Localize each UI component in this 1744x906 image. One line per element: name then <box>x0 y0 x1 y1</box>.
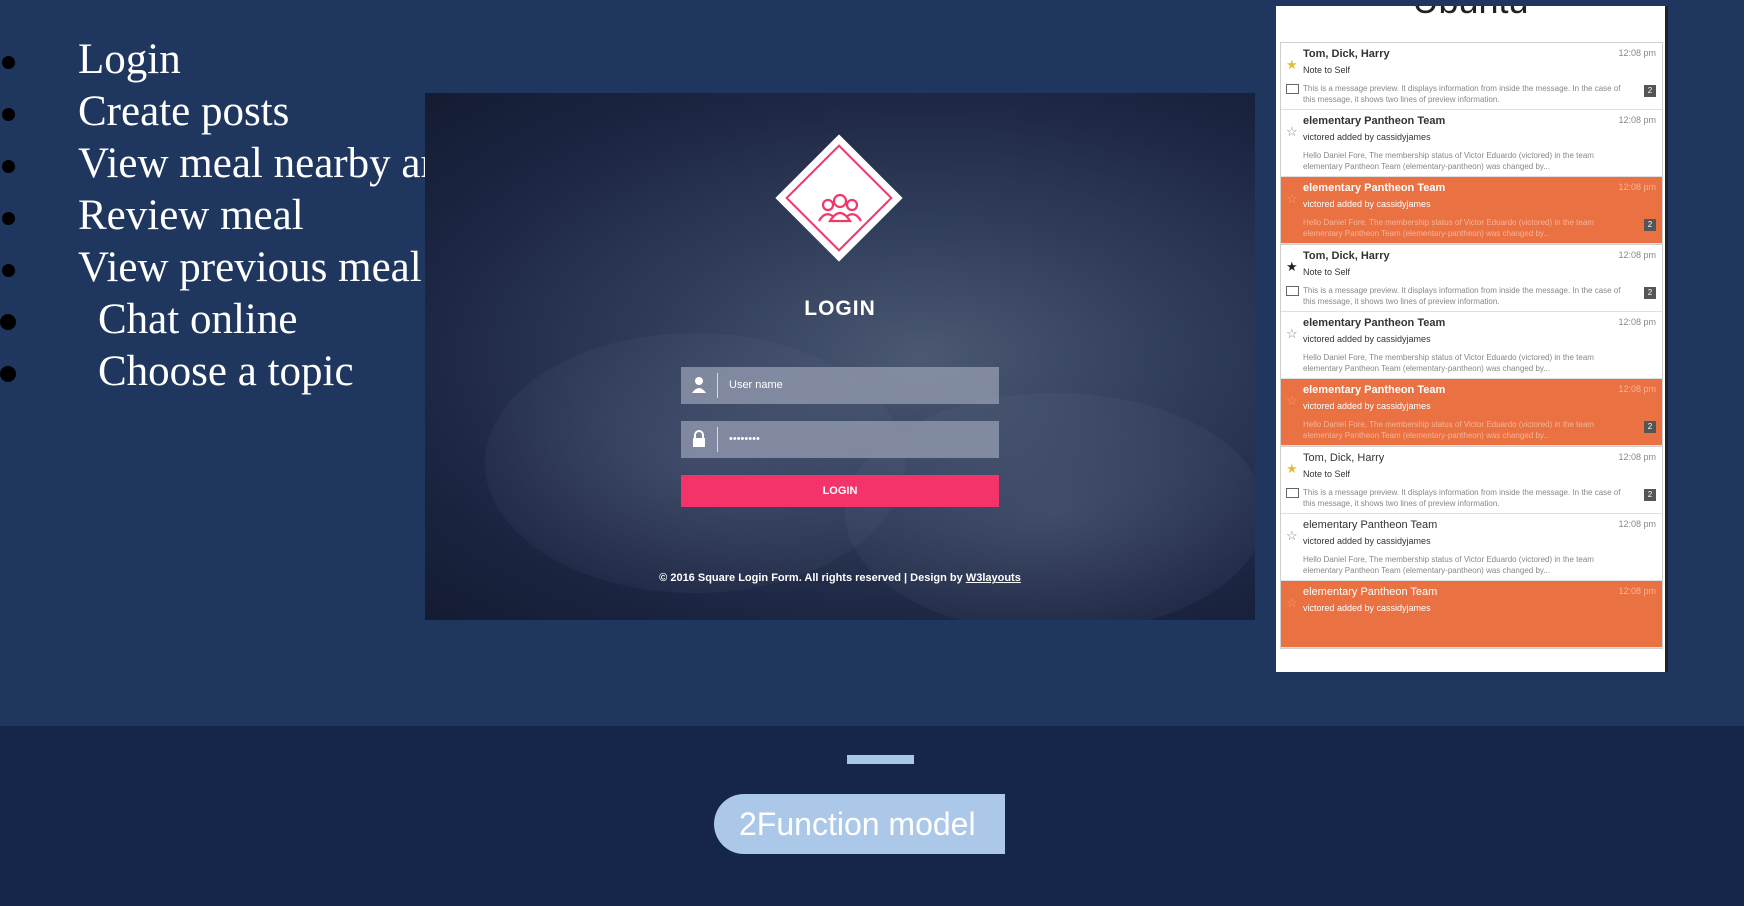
username-placeholder: User name <box>729 379 783 391</box>
message-subject: Note to Self <box>1303 469 1351 479</box>
gold-star-icon[interactable]: ★ <box>1286 57 1298 73</box>
message-sender: elementary Pantheon Team <box>1303 519 1438 531</box>
message-row[interactable]: ☆ elementary Pantheon Team 12:08 pm victore… <box>1281 379 1662 446</box>
message-subject: victored added by cassidyjames <box>1303 199 1431 209</box>
message-sender: Tom, Dick, Harry <box>1303 250 1390 262</box>
message-time: 12:08 pm <box>1618 115 1656 125</box>
bullet-dot-icon <box>2 160 15 173</box>
message-group: ★ Tom, Dick, Harry 12:08 pm Note to Self Thi… <box>1280 446 1663 649</box>
section-pill: 2Function model <box>714 794 1005 854</box>
envelope-icon <box>1286 286 1299 296</box>
message-preview: Hello Daniel Fore, The membership status… <box>1303 218 1594 238</box>
message-time: 12:08 pm <box>1618 182 1656 192</box>
message-row[interactable]: ★ Tom, Dick, Harry 12:08 pm Note to Self Thi… <box>1281 245 1662 312</box>
message-row[interactable]: ☆ elementary Pantheon Team 12:08 pm victore… <box>1281 110 1662 177</box>
outline-star-icon[interactable]: ☆ <box>1286 393 1298 409</box>
lock-icon <box>693 430 705 447</box>
mail-brand: Ubuntu <box>1276 6 1665 22</box>
message-group: ★ Tom, Dick, Harry 12:08 pm Note to Self Thi… <box>1280 42 1663 245</box>
mail-client-screenshot: Ubuntu ★ Tom, Dick, Harry 12:08 pm Note to … <box>1276 6 1668 672</box>
section-number: 2 <box>739 806 757 842</box>
bullet-dot-icon <box>0 366 16 382</box>
gold-star-icon[interactable]: ★ <box>1286 461 1298 477</box>
footer-dash <box>847 755 914 764</box>
message-time: 12:08 pm <box>1618 384 1656 394</box>
message-group: ★ Tom, Dick, Harry 12:08 pm Note to Self Thi… <box>1280 244 1663 447</box>
message-sender: elementary Pantheon Team <box>1303 586 1438 598</box>
login-footer: © 2016 Square Login Form. All rights res… <box>425 572 1255 584</box>
filled-star-icon[interactable]: ★ <box>1286 259 1298 275</box>
envelope-icon <box>1286 488 1299 498</box>
message-preview: This is a message preview. It displays i… <box>1303 488 1621 508</box>
footer-copyright: © 2016 Square Login Form. All rights res… <box>659 572 966 584</box>
message-count-badge: 2 <box>1644 219 1656 231</box>
bullet-dot-icon <box>2 212 15 225</box>
message-preview: This is a message preview. It displays i… <box>1303 286 1621 306</box>
user-icon <box>692 377 706 393</box>
message-sender: elementary Pantheon Team <box>1303 115 1446 127</box>
message-count-badge: 2 <box>1644 421 1656 433</box>
message-sender: elementary Pantheon Team <box>1303 317 1446 329</box>
message-sender: Tom, Dick, Harry <box>1303 48 1390 60</box>
message-subject: victored added by cassidyjames <box>1303 536 1431 546</box>
message-preview: This is a message preview. It displays i… <box>1303 84 1621 104</box>
message-row[interactable]: ★ Tom, Dick, Harry 12:08 pm Note to Self Thi… <box>1281 447 1662 514</box>
username-field[interactable]: User name <box>681 367 999 404</box>
message-subject: Note to Self <box>1303 65 1351 75</box>
message-row[interactable]: ☆ elementary Pantheon Team 12:08 pm victore… <box>1281 312 1662 379</box>
bullet-dot-icon <box>2 108 15 121</box>
bullet-text: Create posts <box>78 88 290 135</box>
bullet-text: Review meal <box>78 192 304 239</box>
message-time: 12:08 pm <box>1618 586 1656 596</box>
bullet-text: Choose a topic <box>98 348 354 395</box>
outline-star-icon[interactable]: ☆ <box>1286 124 1298 140</box>
message-row[interactable]: ☆ elementary Pantheon Team 12:08 pm victore… <box>1281 581 1662 648</box>
bullet-dot-icon <box>0 314 16 330</box>
envelope-icon <box>1286 84 1299 94</box>
bullet-dot-icon <box>2 264 15 277</box>
message-sender: Tom, Dick, Harry <box>1303 452 1385 464</box>
outline-star-icon[interactable]: ☆ <box>1286 528 1298 544</box>
message-count-badge: 2 <box>1644 489 1656 501</box>
footer-link[interactable]: W3layouts <box>966 572 1021 584</box>
group-users-icon <box>818 193 862 223</box>
message-preview: Hello Daniel Fore, The membership status… <box>1303 151 1594 171</box>
message-count-badge: 2 <box>1644 85 1656 97</box>
section-label: Function model <box>756 806 976 842</box>
message-row[interactable]: ★ Tom, Dick, Harry 12:08 pm Note to Self Thi… <box>1281 43 1662 110</box>
message-subject: victored added by cassidyjames <box>1303 603 1431 613</box>
message-preview: Hello Daniel Fore, The membership status… <box>1303 555 1594 575</box>
message-row[interactable]: ☆ elementary Pantheon Team 12:08 pm victore… <box>1281 514 1662 581</box>
outline-star-icon[interactable]: ☆ <box>1286 191 1298 207</box>
message-time: 12:08 pm <box>1618 519 1656 529</box>
login-title: LOGIN <box>804 297 876 320</box>
bullet-text: Chat online <box>98 296 298 343</box>
message-time: 12:08 pm <box>1618 48 1656 58</box>
message-row[interactable]: ☆ elementary Pantheon Team 12:08 pm victore… <box>1281 177 1662 244</box>
password-value: •••••••• <box>729 433 760 445</box>
message-time: 12:08 pm <box>1618 317 1656 327</box>
message-time: 12:08 pm <box>1618 250 1656 260</box>
message-subject: victored added by cassidyjames <box>1303 401 1431 411</box>
message-time: 12:08 pm <box>1618 452 1656 462</box>
bullet-text: Login <box>78 36 181 83</box>
message-subject: victored added by cassidyjames <box>1303 132 1431 142</box>
message-sender: elementary Pantheon Team <box>1303 384 1446 396</box>
message-count-badge: 2 <box>1644 287 1656 299</box>
bullet-dot-icon <box>2 56 15 69</box>
password-field[interactable]: •••••••• <box>681 421 999 458</box>
message-preview: Hello Daniel Fore, The membership status… <box>1303 420 1594 440</box>
message-subject: Note to Self <box>1303 267 1351 277</box>
message-subject: victored added by cassidyjames <box>1303 334 1431 344</box>
message-preview: Hello Daniel Fore, The membership status… <box>1303 353 1594 373</box>
login-screenshot: LOGIN User name •••••••• LOGIN © 2016 Sq… <box>425 93 1255 620</box>
outline-star-icon[interactable]: ☆ <box>1286 326 1298 342</box>
outline-star-icon[interactable]: ☆ <box>1286 595 1298 611</box>
message-sender: elementary Pantheon Team <box>1303 182 1446 194</box>
login-button[interactable]: LOGIN <box>681 475 999 507</box>
bullet-text: View previous meal <box>78 244 422 291</box>
